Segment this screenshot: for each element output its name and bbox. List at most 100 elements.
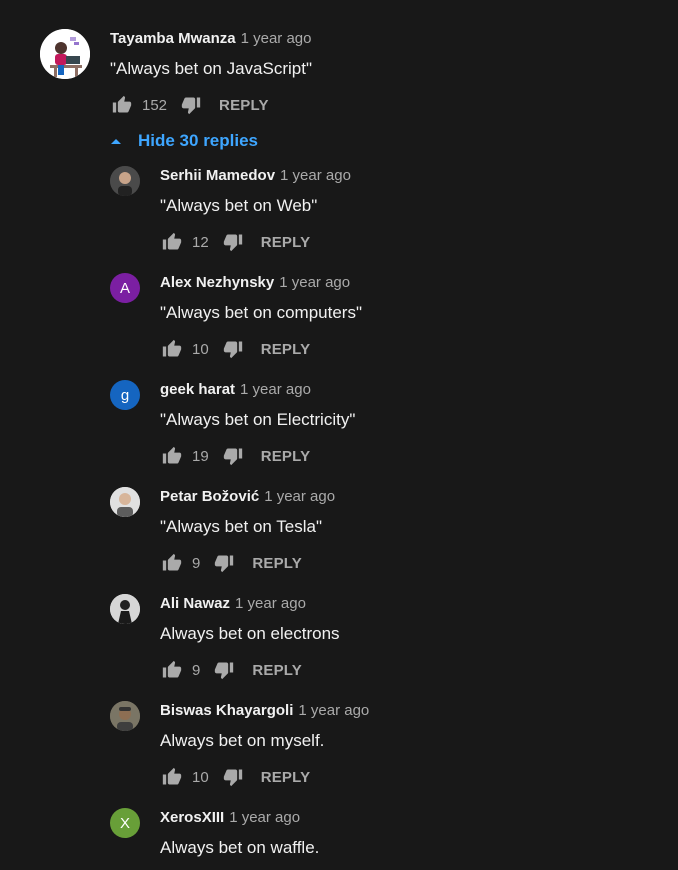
thumbs-down-icon (223, 341, 242, 359)
avatar-letter: g (120, 386, 130, 404)
reply-button[interactable]: REPLY (261, 234, 311, 251)
avatar[interactable]: g (110, 380, 140, 410)
thumbs-up-icon (162, 767, 182, 785)
like-button[interactable] (160, 444, 184, 468)
author-name[interactable]: Petar Božović (160, 488, 259, 505)
dislike-button[interactable] (221, 444, 245, 468)
comment-header: Ali Nawaz 1 year ago (160, 594, 306, 614)
avatar-letter: X (119, 814, 130, 832)
photo-avatar-icon (110, 701, 140, 731)
dislike-button[interactable] (179, 93, 203, 117)
comment-actions: 152 REPLY (110, 93, 269, 117)
author-name[interactable]: Biswas Khayargoli (160, 702, 293, 719)
thumbs-up-icon (162, 232, 182, 250)
like-button[interactable] (160, 658, 184, 682)
comment-timestamp[interactable]: 1 year ago (280, 167, 351, 184)
thumbs-up-icon (162, 553, 182, 571)
comment-text: "Always bet on Web" (160, 196, 318, 215)
photo-avatar-icon (110, 594, 140, 624)
like-count: 12 (192, 233, 209, 251)
thumbs-down-icon (223, 769, 242, 787)
reply-button[interactable]: REPLY (261, 769, 311, 786)
author-name[interactable]: Alex Nezhynsky (160, 274, 274, 291)
author-name[interactable]: geek harat (160, 381, 235, 398)
thumbs-down-icon (223, 234, 242, 252)
comment-text: Always bet on myself. (160, 731, 325, 750)
comment-text: Always bet on waffle. (160, 838, 320, 857)
like-count: 9 (192, 661, 201, 679)
avatar[interactable] (110, 594, 140, 624)
comment-header: Biswas Khayargoli 1 year ago (160, 701, 369, 721)
avatar-letter: A (119, 279, 130, 297)
comment-header: Tayamba Mwanza 1 year ago (110, 29, 312, 49)
comment-timestamp[interactable]: 1 year ago (279, 274, 350, 291)
thumbs-down-icon (223, 448, 242, 466)
thumbs-down-icon (181, 97, 201, 115)
like-count: 10 (192, 340, 209, 358)
thumbs-up-icon (162, 660, 182, 678)
like-count: 9 (192, 554, 201, 572)
comment-text: "Always bet on Tesla" (160, 517, 323, 536)
thumbs-up-icon (162, 446, 182, 464)
author-name[interactable]: Ali Nawaz (160, 595, 230, 612)
comment-header: geek harat 1 year ago (160, 380, 311, 400)
photo-avatar-icon (110, 166, 140, 196)
like-button[interactable] (160, 337, 184, 361)
reply-button[interactable]: REPLY (252, 555, 302, 572)
author-name[interactable]: Serhii Mamedov (160, 167, 275, 184)
author-name[interactable]: Tayamba Mwanza (110, 30, 236, 47)
reply-button[interactable]: REPLY (252, 662, 302, 679)
comment-timestamp[interactable]: 1 year ago (241, 30, 312, 47)
like-button[interactable] (110, 93, 134, 117)
avatar[interactable] (110, 701, 140, 731)
comment-header: Petar Božović 1 year ago (160, 487, 335, 507)
comment-text: "Always bet on JavaScript" (110, 59, 312, 78)
dislike-button[interactable] (221, 765, 245, 789)
avatar[interactable]: X (110, 808, 140, 838)
photo-avatar-icon (110, 487, 140, 517)
comment-text: "Always bet on Electricity" (160, 410, 356, 429)
hide-replies-label: Hide 30 replies (138, 131, 259, 150)
thumbs-down-icon (215, 662, 234, 680)
comment-header: Serhii Mamedov 1 year ago (160, 166, 351, 186)
comment-actions: 9 REPLY (160, 551, 302, 575)
avatar[interactable] (40, 29, 90, 79)
like-count: 10 (192, 768, 209, 786)
comment-timestamp[interactable]: 1 year ago (235, 595, 306, 612)
dislike-button[interactable] (221, 337, 245, 361)
like-button[interactable] (160, 551, 184, 575)
comment-timestamp[interactable]: 1 year ago (240, 381, 311, 398)
comment-timestamp[interactable]: 1 year ago (229, 809, 300, 826)
avatar[interactable] (110, 487, 140, 517)
comment-header: XerosXIII 1 year ago (160, 808, 300, 828)
comment-timestamp[interactable]: 1 year ago (298, 702, 369, 719)
comment-text: Always bet on electrons (160, 624, 340, 643)
reply-button[interactable]: REPLY (219, 97, 269, 114)
avatar[interactable] (110, 166, 140, 196)
comment-actions: 10 REPLY (160, 765, 310, 789)
avatar[interactable]: A (110, 273, 140, 303)
thumbs-up-icon (162, 339, 182, 357)
caret-up-icon (111, 139, 121, 144)
hide-replies-toggle[interactable]: Hide 30 replies (110, 130, 258, 152)
comment-actions: 12 REPLY (160, 230, 310, 254)
comment-actions: 9 REPLY (160, 658, 302, 682)
like-button[interactable] (160, 230, 184, 254)
dislike-button[interactable] (212, 551, 236, 575)
reply-button[interactable]: REPLY (261, 341, 311, 358)
comment-timestamp[interactable]: 1 year ago (264, 488, 335, 505)
like-count: 152 (142, 96, 168, 114)
person-at-laptop-icon (40, 29, 90, 79)
thumbs-down-icon (215, 555, 234, 573)
dislike-button[interactable] (212, 658, 236, 682)
comment-actions: 19 REPLY (160, 444, 310, 468)
like-count: 19 (192, 447, 209, 465)
thumbs-up-icon (112, 95, 132, 113)
comment-text: "Always bet on computers" (160, 303, 362, 322)
dislike-button[interactable] (221, 230, 245, 254)
reply-button[interactable]: REPLY (261, 448, 311, 465)
like-button[interactable] (160, 765, 184, 789)
comment-header: Alex Nezhynsky 1 year ago (160, 273, 350, 293)
comment-actions: 10 REPLY (160, 337, 310, 361)
author-name[interactable]: XerosXIII (160, 809, 224, 826)
